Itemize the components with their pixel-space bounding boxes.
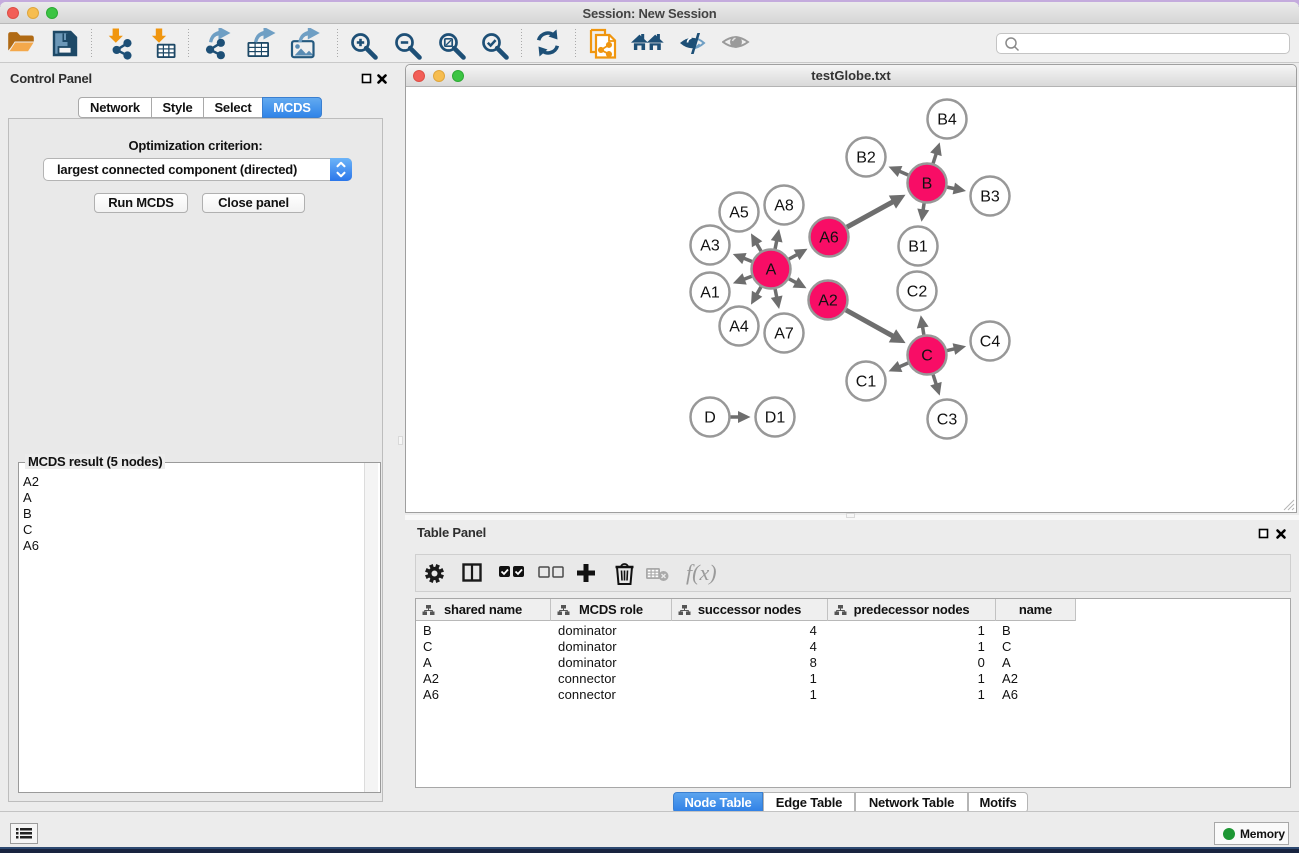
- svg-text:A3: A3: [700, 238, 720, 255]
- svg-text:C3: C3: [937, 412, 958, 429]
- svg-text:B: B: [922, 176, 933, 193]
- svg-text:B3: B3: [980, 189, 1000, 206]
- svg-text:C: C: [921, 348, 933, 365]
- svg-text:D1: D1: [765, 410, 786, 427]
- svg-text:A2: A2: [818, 293, 838, 310]
- svg-text:B1: B1: [908, 239, 928, 256]
- svg-text:A4: A4: [729, 319, 749, 336]
- svg-text:A1: A1: [700, 285, 720, 302]
- svg-text:C4: C4: [980, 334, 1001, 351]
- svg-text:A6: A6: [819, 230, 839, 247]
- svg-text:C1: C1: [856, 374, 877, 391]
- svg-text:A5: A5: [729, 205, 749, 222]
- svg-text:C2: C2: [907, 284, 928, 301]
- svg-text:B2: B2: [856, 150, 876, 167]
- svg-text:A7: A7: [774, 326, 794, 343]
- svg-text:A8: A8: [774, 198, 794, 215]
- svg-text:B4: B4: [937, 112, 957, 129]
- svg-text:A: A: [766, 262, 777, 279]
- svg-text:D: D: [704, 410, 716, 427]
